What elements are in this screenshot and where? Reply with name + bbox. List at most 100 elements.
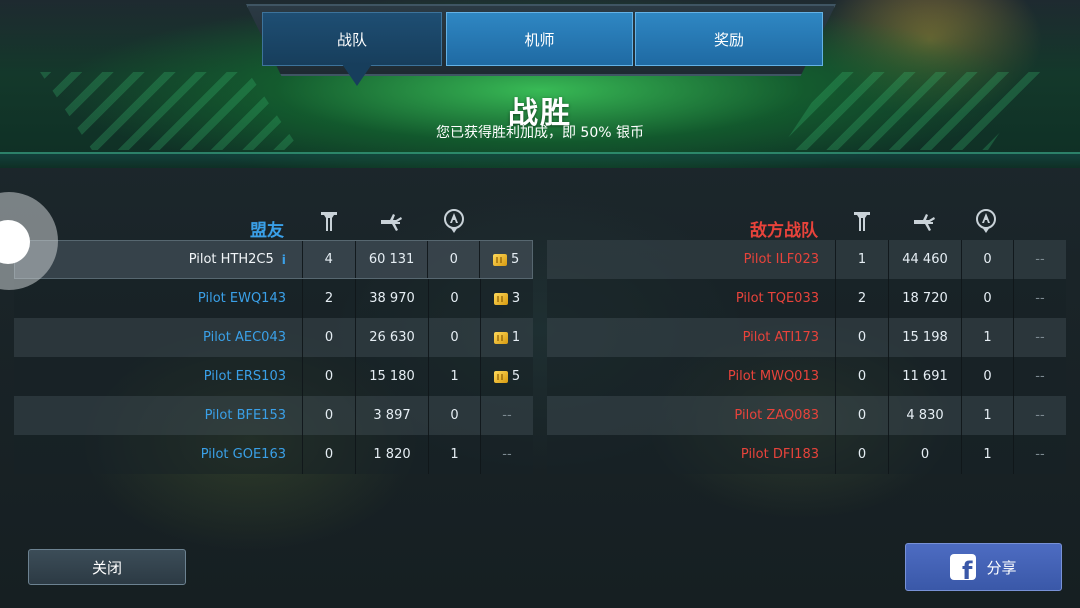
player-name: Pilot TQE033: [735, 291, 819, 306]
tab-pilots[interactable]: 机师: [446, 12, 633, 66]
facebook-icon: f: [950, 554, 977, 580]
enemy-table: Pilot ILF023 1 44 460 0 -- Pilot TQE033 …: [547, 240, 1066, 474]
player-name: Pilot MWQ013: [727, 369, 819, 384]
towers-cell: 4: [301, 241, 355, 278]
reward-cell: --: [1013, 396, 1066, 435]
player-name-cell: Pilot ZAQ083: [547, 396, 835, 435]
tower-icon: [318, 208, 340, 234]
beacons-cell: 0: [961, 357, 1013, 396]
damage-cell: 15 198: [888, 318, 961, 357]
player-name: Pilot ATI173: [742, 330, 819, 345]
player-name: Pilot ZAQ083: [734, 408, 819, 423]
beacons-cell: 0: [427, 241, 479, 278]
damage-cell: 3 897: [355, 396, 428, 435]
player-name-cell: Pilot ERS103: [14, 357, 302, 396]
reward-cell: --: [1013, 279, 1066, 318]
player-name: Pilot HTH2C5: [188, 252, 274, 267]
towers-cell: 0: [835, 396, 888, 435]
player-name: Pilot DFI183: [740, 447, 819, 462]
tab-team[interactable]: 战队: [262, 12, 442, 66]
beacon-icon: [443, 208, 465, 234]
table-row[interactable]: Pilot ZAQ083 0 4 830 1 --: [547, 396, 1066, 435]
damage-cell: 44 460: [888, 240, 961, 279]
player-name: Pilot GOE163: [200, 447, 286, 462]
gold-icon: [493, 292, 508, 305]
beacons-cell: 0: [961, 279, 1013, 318]
table-row[interactable]: Pilot AEC043 0 26 630 0 1: [14, 318, 533, 357]
tab-rewards[interactable]: 奖励: [635, 12, 823, 66]
player-name-cell: Pilot ILF023: [547, 240, 835, 279]
table-row[interactable]: Pilot ATI173 0 15 198 1 --: [547, 318, 1066, 357]
reward-cell: --: [1013, 357, 1066, 396]
table-row[interactable]: Pilot MWQ013 0 11 691 0 --: [547, 357, 1066, 396]
ally-team-title: 盟友: [250, 221, 284, 241]
info-icon[interactable]: i: [282, 253, 286, 267]
reward-cell: --: [1013, 435, 1066, 474]
table-row[interactable]: Pilot DFI183 0 0 1 --: [547, 435, 1066, 474]
damage-cell: 0: [888, 435, 961, 474]
beacon-icon: [975, 208, 997, 234]
reward-cell: 3: [480, 279, 533, 318]
damage-cell: 11 691: [888, 357, 961, 396]
player-name-cell: Pilot ATI173: [547, 318, 835, 357]
kill-icon: [913, 208, 935, 234]
gold-icon: [492, 253, 507, 266]
enemy-team-title: 敌方战队: [750, 221, 818, 241]
share-button-label: 分享: [986, 558, 1017, 577]
tower-icon: [851, 208, 873, 234]
damage-cell: 1 820: [355, 435, 428, 474]
table-row[interactable]: Pilot HTH2C5 i 4 60 131 0 5: [14, 240, 533, 279]
table-row[interactable]: Pilot TQE033 2 18 720 0 --: [547, 279, 1066, 318]
beacons-cell: 0: [428, 396, 480, 435]
player-name: Pilot ILF023: [743, 252, 819, 267]
table-row[interactable]: Pilot BFE153 0 3 897 0 --: [14, 396, 533, 435]
reward-cell: --: [1013, 240, 1066, 279]
player-name: Pilot AEC043: [203, 330, 286, 345]
damage-cell: 38 970: [355, 279, 428, 318]
damage-cell: 4 830: [888, 396, 961, 435]
reward-cell: 5: [479, 241, 532, 278]
beacons-cell: 1: [961, 318, 1013, 357]
damage-cell: 26 630: [355, 318, 428, 357]
beacons-cell: 0: [961, 240, 1013, 279]
banner-edge: [0, 152, 1080, 168]
player-name-cell: Pilot TQE033: [547, 279, 835, 318]
ally-table: Pilot HTH2C5 i 4 60 131 0 5 Pilot EWQ143…: [14, 240, 533, 474]
player-name-cell: Pilot HTH2C5 i: [15, 241, 302, 278]
reward-value: 3: [511, 291, 521, 306]
player-name-cell: Pilot BFE153: [14, 396, 302, 435]
table-row[interactable]: Pilot EWQ143 2 38 970 0 3: [14, 279, 533, 318]
beacons-cell: 1: [961, 435, 1013, 474]
reward-value: 5: [511, 369, 521, 384]
gold-icon: [493, 370, 508, 383]
close-button[interactable]: 关闭: [28, 549, 186, 585]
player-name: Pilot BFE153: [204, 408, 286, 423]
player-name-cell: Pilot EWQ143: [14, 279, 302, 318]
towers-cell: 0: [835, 435, 888, 474]
gold-icon: [493, 331, 508, 344]
player-name-cell: Pilot AEC043: [14, 318, 302, 357]
close-button-label: 关闭: [91, 558, 122, 577]
damage-cell: 18 720: [888, 279, 961, 318]
reward-cell: --: [480, 435, 533, 474]
beacons-cell: 1: [428, 435, 480, 474]
beacons-cell: 1: [428, 357, 480, 396]
towers-cell: 1: [835, 240, 888, 279]
reward-cell: --: [480, 396, 533, 435]
towers-cell: 2: [835, 279, 888, 318]
towers-cell: 0: [302, 435, 355, 474]
table-row[interactable]: Pilot ILF023 1 44 460 0 --: [547, 240, 1066, 279]
share-button[interactable]: f 分享: [905, 543, 1062, 591]
player-name-cell: Pilot MWQ013: [547, 357, 835, 396]
beacons-cell: 0: [428, 279, 480, 318]
table-row[interactable]: Pilot GOE163 0 1 820 1 --: [14, 435, 533, 474]
towers-cell: 2: [302, 279, 355, 318]
towers-cell: 0: [302, 318, 355, 357]
reward-value: 5: [510, 252, 520, 267]
table-row[interactable]: Pilot ERS103 0 15 180 1 5: [14, 357, 533, 396]
towers-cell: 0: [302, 396, 355, 435]
towers-cell: 0: [302, 357, 355, 396]
damage-cell: 60 131: [354, 241, 428, 278]
player-name-cell: Pilot GOE163: [14, 435, 302, 474]
damage-cell: 15 180: [355, 357, 428, 396]
